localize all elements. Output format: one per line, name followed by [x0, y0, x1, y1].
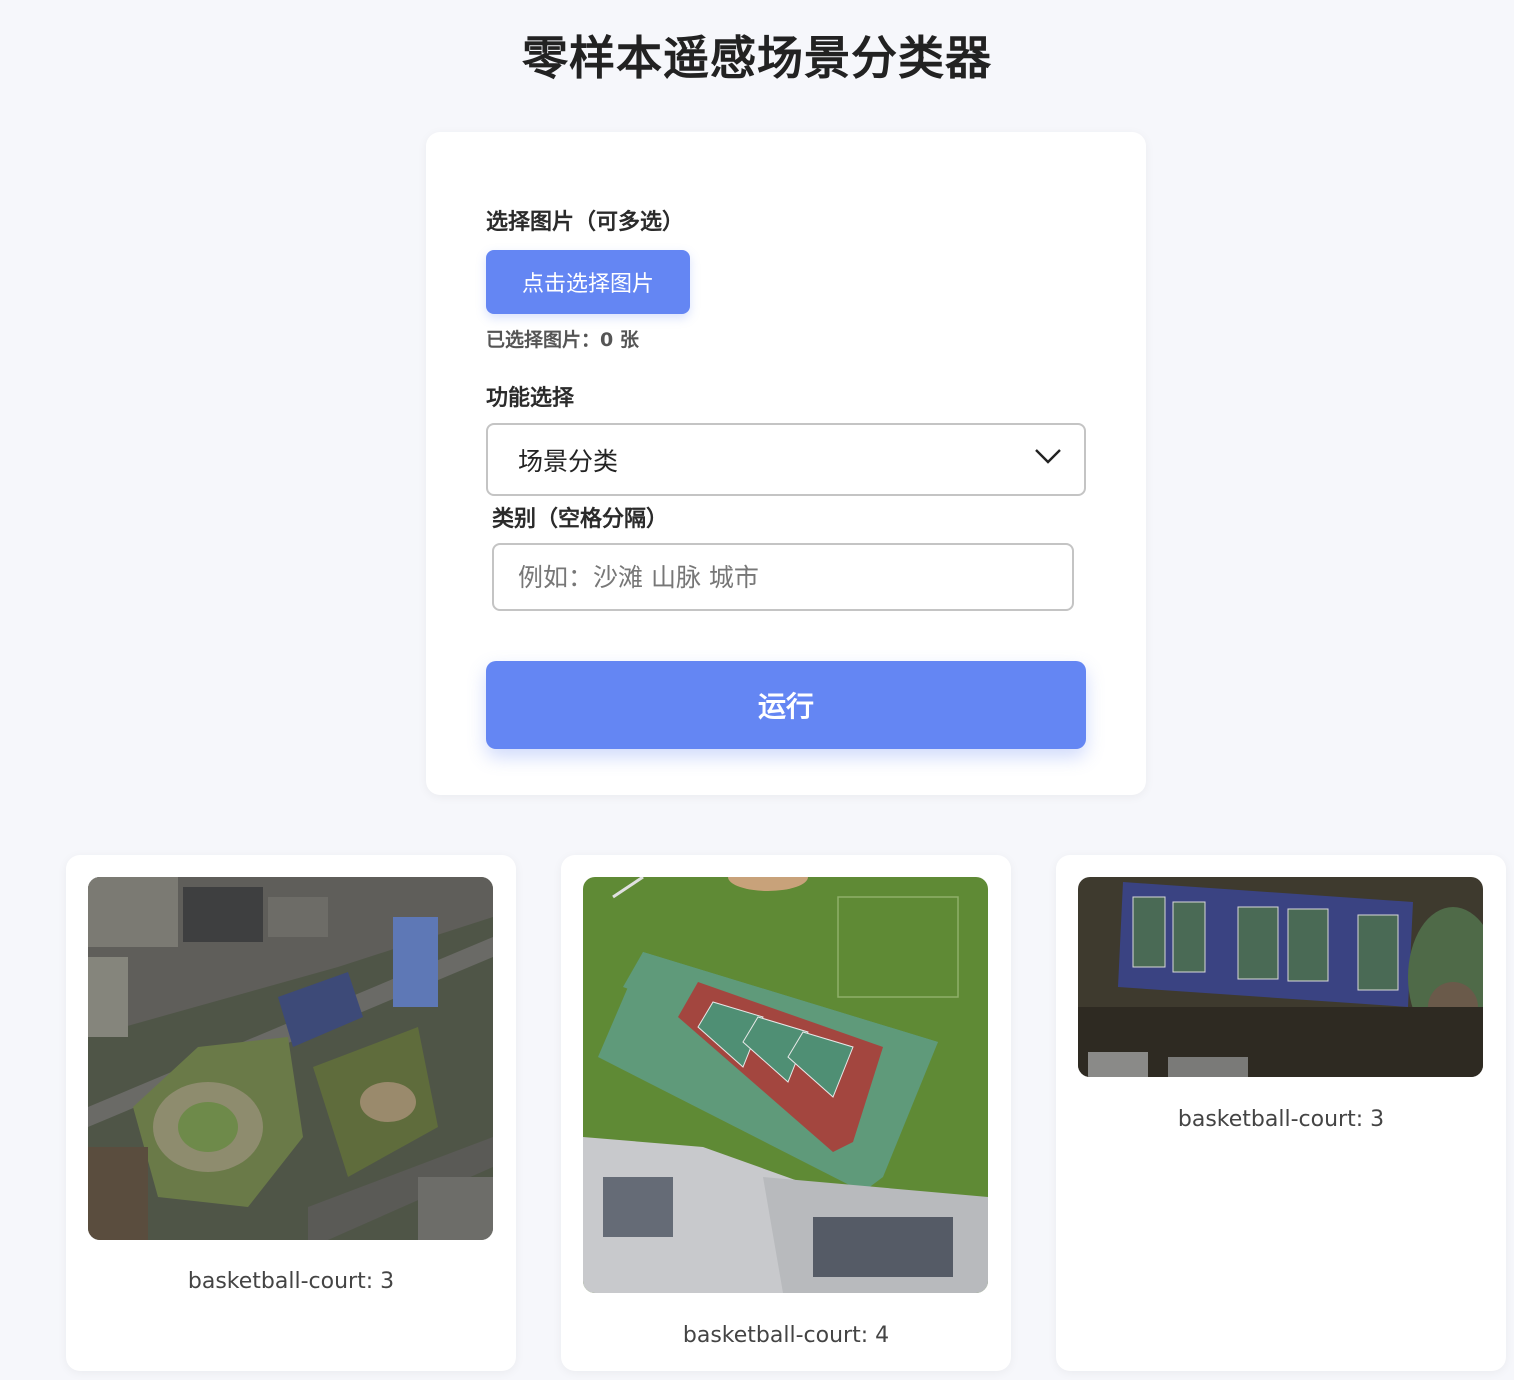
form-card: 选择图片（可多选） 点击选择图片 已选择图片：0 张 功能选择 场景分类 类别（…: [426, 132, 1146, 795]
categories-input[interactable]: [492, 543, 1074, 611]
function-select-value: 场景分类: [518, 447, 619, 476]
chevron-down-icon: [1035, 449, 1061, 464]
function-select[interactable]: 场景分类: [486, 423, 1086, 496]
result-image-aerial-park: [88, 877, 493, 1240]
result-label: basketball-court: 4: [682, 1323, 890, 1348]
result-card: basketball-court: 4: [561, 855, 1011, 1371]
result-label: basketball-court: 3: [187, 1269, 395, 1294]
result-label: basketball-court: 3: [1177, 1107, 1385, 1132]
categories-label: 类别（空格分隔）: [492, 507, 669, 532]
result-image-aerial-courts: [583, 877, 988, 1293]
page-title: 零样本遥感场景分类器: [522, 31, 992, 85]
result-card: basketball-court: 3: [1056, 855, 1506, 1371]
result-card: basketball-court: 3: [66, 855, 516, 1371]
page: 零样本遥感场景分类器 选择图片（可多选） 点击选择图片 已选择图片：0 张 功能…: [0, 0, 1514, 1380]
selected-count-text: 已选择图片：0 张: [486, 329, 639, 351]
result-image-aerial-courts-row: [1078, 877, 1483, 1077]
run-button[interactable]: 运行: [486, 661, 1086, 749]
image-select-label: 选择图片（可多选）: [486, 210, 685, 235]
function-select-label: 功能选择: [486, 386, 575, 411]
select-images-button[interactable]: 点击选择图片: [486, 250, 690, 314]
